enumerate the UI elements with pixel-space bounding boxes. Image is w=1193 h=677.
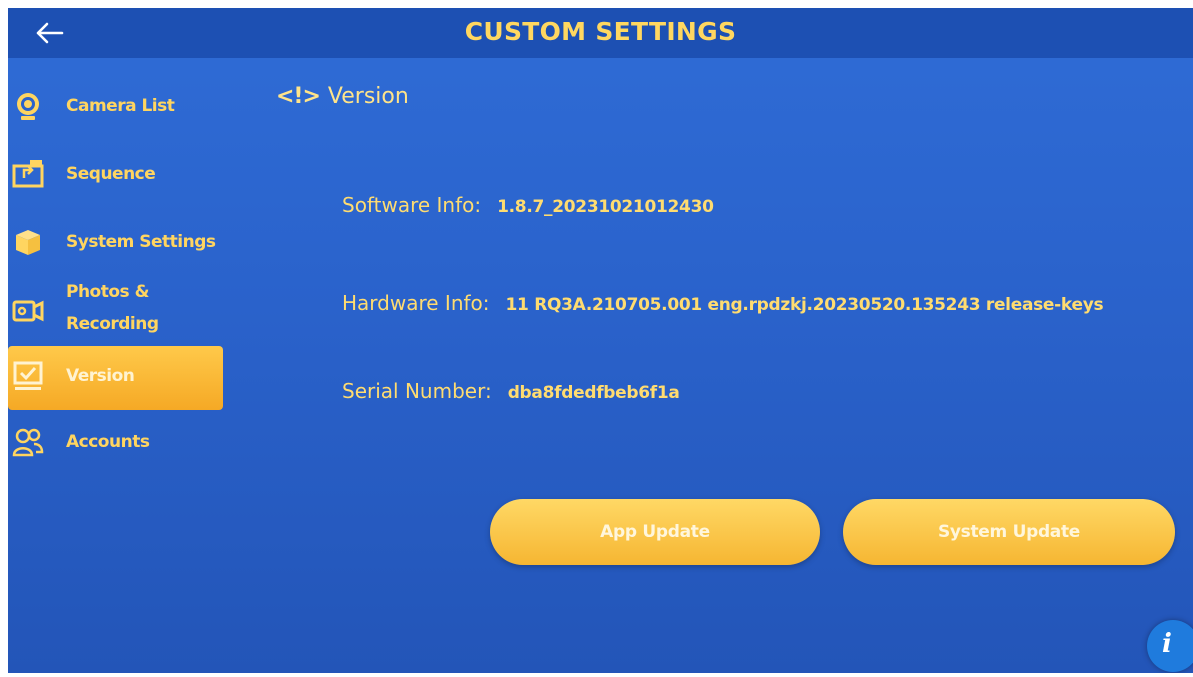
version-icon [13,361,43,390]
software-info-row: Software Info: 1.8.7_20231021012430 [342,193,714,217]
section-title-text: Version [327,84,409,109]
settings-screen: CUSTOM SETTINGS Camera List Sequence Sys… [8,8,1193,673]
hardware-info-label: Hardware Info: [342,291,490,315]
sidebar-item-version[interactable]: Version [8,346,223,410]
webcam-icon [17,93,39,120]
box-icon [16,230,40,255]
hardware-info-value: 11 RQ3A.210705.001 eng.rpdzkj.20230520.1… [505,295,1104,315]
sidebar-item-label: Sequence [66,164,156,184]
header-bar: CUSTOM SETTINGS [8,8,1193,58]
sidebar-item-label: Photos & Recording [66,282,159,334]
sidebar-item-camera-list[interactable]: Camera List [8,78,223,142]
page-title: CUSTOM SETTINGS [464,17,737,46]
sidebar-item-system-settings[interactable]: System Settings [8,210,223,274]
alert-tag-icon: <!> [276,84,321,109]
sequence-icon [12,160,44,188]
serial-number-row: Serial Number: dba8fdedfbeb6f1a [342,379,680,403]
sidebar-item-label: Camera List [66,96,175,116]
users-icon [12,428,44,457]
video-camera-icon [12,300,44,322]
software-info-label: Software Info: [342,193,482,217]
info-icon: i [1162,629,1172,659]
info-button[interactable]: i [1147,620,1193,672]
sidebar-item-label: Accounts [66,432,150,452]
serial-number-value: dba8fdedfbeb6f1a [507,383,680,403]
serial-number-label: Serial Number: [342,379,492,403]
sidebar-item-sequence[interactable]: Sequence [8,144,223,208]
section-title: <!> Version [276,84,409,109]
sidebar-item-label: Version [66,366,135,386]
sidebar-item-photos-recording[interactable]: Photos & Recording [8,276,223,342]
app-update-button[interactable]: App Update [490,499,820,565]
system-update-button[interactable]: System Update [843,499,1175,565]
sidebar-item-label: System Settings [66,232,216,252]
hardware-info-row: Hardware Info: 11 RQ3A.210705.001 eng.rpd… [342,291,1104,315]
sidebar-item-accounts[interactable]: Accounts [8,412,223,476]
software-info-value: 1.8.7_20231021012430 [497,197,714,217]
